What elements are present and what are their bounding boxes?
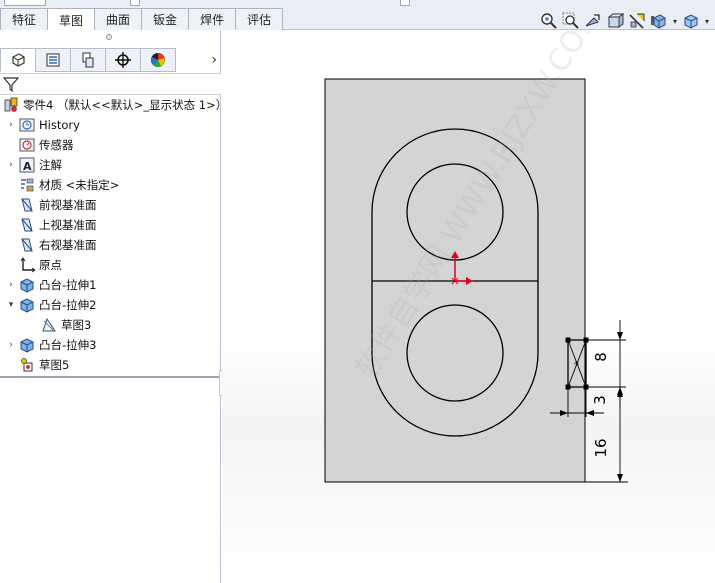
tree-item-boss-extrude-1[interactable]: › 凸台-拉伸1 — [4, 275, 96, 295]
part-icon — [2, 96, 20, 114]
tree-item-label: 原点 — [39, 258, 62, 272]
extrude-icon — [18, 276, 36, 294]
tree-item-label: 传感器 — [39, 138, 74, 152]
property-manager-icon — [46, 53, 60, 67]
tree-item-sensors[interactable]: 传感器 — [4, 135, 74, 155]
section-view-icon[interactable] — [605, 11, 625, 31]
tree-item-top-plane[interactable]: 上视基准面 — [4, 215, 97, 235]
solidworks-window: 特征 草图 曲面 钣金 焊件 评估 ▾ ▾ › 零件4 （默认<<默认>_显示状… — [0, 0, 715, 583]
tree-item-sketch-5[interactable]: 草图5 — [4, 355, 69, 375]
pane-divider[interactable] — [0, 376, 221, 378]
sketch-active-icon — [18, 356, 36, 374]
svg-text:*: * — [574, 360, 579, 371]
tree-item-label: 右视基准面 — [39, 238, 97, 252]
top-stub — [130, 0, 140, 6]
extrude-icon — [18, 336, 36, 354]
svg-text:A: A — [23, 160, 32, 173]
display-style-icon[interactable] — [649, 11, 669, 31]
tree-item-label: 前视基准面 — [39, 198, 97, 212]
tab-features[interactable]: 特征 — [0, 8, 49, 30]
plane-icon — [18, 196, 36, 214]
tree-item-label: 材质 <未指定> — [39, 178, 120, 192]
tree-item-label: 凸台-拉伸2 — [39, 298, 97, 312]
tab-sketch[interactable]: 草图 — [47, 8, 96, 31]
tree-item-boss-extrude-2[interactable]: ▾ 凸台-拉伸2 — [4, 295, 96, 315]
history-icon — [18, 116, 36, 134]
display-manager-icon — [151, 53, 165, 68]
tree-item-origin[interactable]: 原点 — [4, 255, 62, 275]
dimension-3-value: 3 — [591, 395, 609, 405]
dimension-8-value: 8 — [592, 352, 610, 362]
part-name-label: 零件4 （默认<<默认>_显示状态 1>） — [23, 98, 228, 112]
tree-item-front-plane[interactable]: 前视基准面 — [4, 195, 97, 215]
plane-icon — [18, 216, 36, 234]
zoom-area-icon[interactable] — [561, 11, 581, 31]
tree-item-label: 注解 — [39, 158, 62, 172]
collapse-arrow-icon[interactable]: ▾ — [4, 300, 18, 310]
zoom-fit-icon[interactable] — [539, 11, 559, 31]
tab-sheet-metal[interactable]: 钣金 — [141, 8, 190, 30]
expand-arrow-icon[interactable]: › — [4, 120, 18, 130]
expand-arrow-icon[interactable]: › — [4, 160, 18, 170]
configuration-manager-icon — [82, 52, 94, 68]
tree-filter[interactable] — [0, 73, 221, 95]
tree-item-sketch-3[interactable]: 草图3 — [26, 315, 91, 335]
tree-item-annotations[interactable]: › A 注解 — [4, 155, 62, 175]
tab-weldments[interactable]: 焊件 — [188, 8, 237, 30]
tree-item-label: 上视基准面 — [39, 218, 97, 232]
dimxpert-manager-tab[interactable] — [105, 48, 141, 72]
plane-icon — [18, 236, 36, 254]
tree-item-right-plane[interactable]: 右视基准面 — [4, 235, 97, 255]
tree-item-label: 草图3 — [61, 318, 92, 332]
dimxpert-icon — [115, 52, 131, 68]
tab-surfaces[interactable]: 曲面 — [94, 8, 143, 30]
chevron-down-icon[interactable]: ▾ — [671, 17, 679, 26]
top-stub — [400, 0, 410, 6]
expand-arrow-icon[interactable]: › — [4, 280, 18, 290]
dimension-16-value: 16 — [592, 438, 610, 457]
material-icon — [18, 176, 36, 194]
tree-item-material[interactable]: 材质 <未指定> — [4, 175, 119, 195]
sketch-canvas[interactable]: 软件自学网 WWW.RJZXW.COM * 8 3 16 — [222, 31, 715, 583]
tree-item-label: 凸台-拉伸3 — [39, 338, 97, 352]
display-manager-tab[interactable] — [140, 48, 176, 72]
feature-manager-pane: › 零件4 （默认<<默认>_显示状态 1>） › History 传感器 › … — [0, 30, 227, 583]
feature-manager-icon — [12, 53, 25, 67]
tree-root[interactable]: 零件4 （默认<<默认>_显示状态 1>） — [2, 95, 227, 115]
command-tabs: 特征 草图 曲面 钣金 焊件 评估 — [0, 8, 284, 31]
heads-up-toolbar: ▾ ▾ — [539, 10, 711, 32]
tree-item-label: 草图5 — [39, 358, 70, 372]
hide-show-icon[interactable] — [681, 11, 701, 31]
chevron-right-icon[interactable]: › — [211, 52, 217, 68]
configuration-manager-tab[interactable] — [70, 48, 106, 72]
tree-item-label: 凸台-拉伸1 — [39, 278, 97, 292]
extrude-icon — [18, 296, 36, 314]
pin-icon[interactable] — [106, 34, 112, 40]
tree-item-history[interactable]: › History — [4, 115, 80, 135]
tree-item-label: History — [39, 118, 80, 132]
expand-arrow-icon[interactable]: › — [4, 340, 18, 350]
feature-manager-tab[interactable] — [0, 48, 36, 72]
previous-view-icon[interactable] — [583, 11, 603, 31]
filter-icon — [3, 77, 19, 92]
top-stub — [4, 0, 46, 6]
property-manager-tab[interactable] — [35, 48, 71, 72]
view-orientation-icon[interactable] — [627, 11, 647, 31]
tab-evaluate[interactable]: 评估 — [235, 8, 284, 30]
manager-tabs: › — [0, 48, 221, 72]
origin-icon — [18, 256, 36, 274]
annotation-icon: A — [18, 156, 36, 174]
sensor-icon — [18, 136, 36, 154]
sketch-icon — [40, 316, 58, 334]
chevron-down-icon[interactable]: ▾ — [703, 17, 711, 26]
graphics-area[interactable]: 软件自学网 WWW.RJZXW.COM * 8 3 16 — [222, 31, 715, 583]
tree-item-boss-extrude-3[interactable]: › 凸台-拉伸3 — [4, 335, 96, 355]
